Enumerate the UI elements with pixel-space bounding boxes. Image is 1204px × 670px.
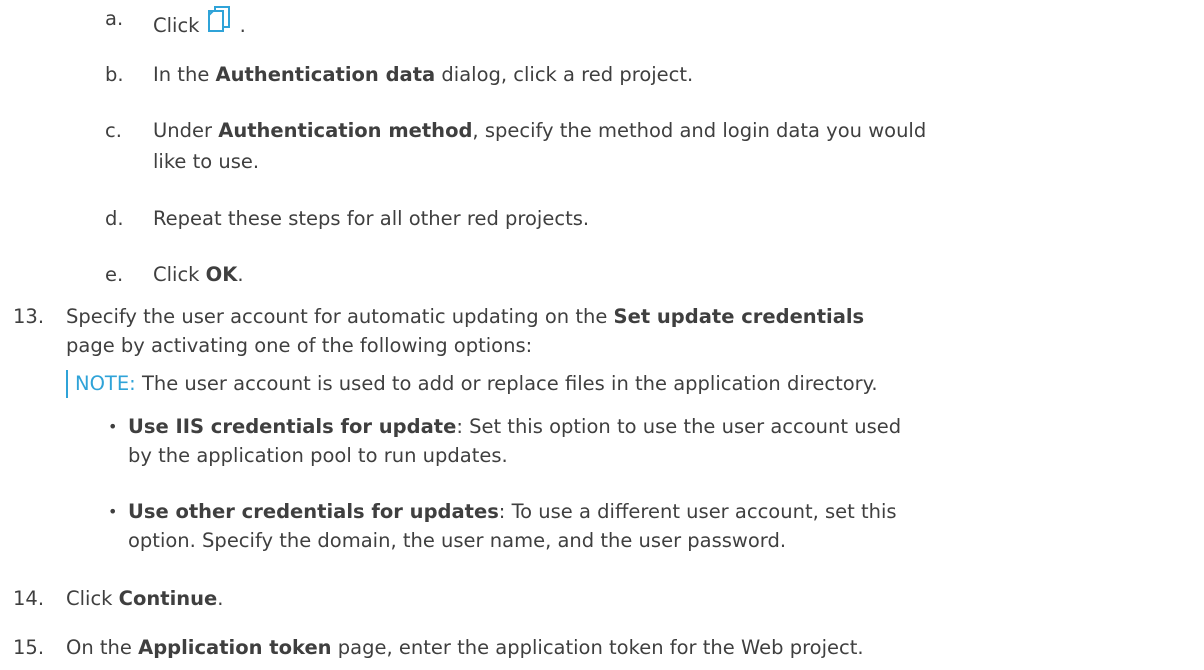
bullet-icon: • — [108, 502, 118, 521]
step-c-line2: like to use. — [153, 150, 260, 173]
step-c-pre: Under — [153, 119, 219, 142]
step-13-pre: Specify the user account for automatic u… — [66, 305, 614, 328]
step-14-pre: Click — [66, 587, 119, 610]
step-13: Specify the user account for automatic u… — [66, 303, 864, 331]
step-15-bold: Application token — [138, 636, 332, 659]
step-15-marker: 15. — [13, 636, 45, 659]
step-14-bold: Continue — [118, 587, 218, 610]
step-15-pre: On the — [66, 636, 139, 659]
note-label: NOTE: — [75, 372, 136, 395]
step-15-post: page, enter the application token for th… — [331, 636, 864, 659]
step-e-marker: e. — [105, 263, 124, 286]
step-e-bold: OK — [205, 263, 238, 286]
bullet-2: Use other credentials for updates: To us… — [128, 498, 897, 526]
note-text: The user account is used to add or repla… — [135, 372, 878, 395]
bullet-2-bold: Use other credentials for updates — [128, 500, 499, 523]
bullet-1-post: : Set this option to use the user accoun… — [456, 415, 902, 438]
step-c: Under Authentication method, specify the… — [153, 117, 926, 145]
step-b: In the Authentication data dialog, click… — [153, 61, 693, 89]
step-d: Repeat these steps for all other red pro… — [153, 207, 590, 230]
step-b-marker: b. — [105, 63, 124, 86]
step-a-after: . — [239, 14, 246, 37]
bullet-1-line2: by the application pool to run updates. — [128, 444, 508, 467]
step-13-bold: Set update credentials — [613, 305, 865, 328]
step-a: Click . — [153, 5, 246, 43]
bullet-1: Use IIS credentials for update: Set this… — [128, 413, 901, 441]
step-14-post: . — [217, 587, 224, 610]
bullet-icon: • — [108, 417, 118, 436]
step-c-post: , specify the method and login data you … — [472, 119, 927, 142]
copy-document-icon — [206, 5, 240, 43]
step-e-post: . — [237, 263, 244, 286]
step-c-marker: c. — [105, 119, 122, 142]
step-e-pre: Click — [153, 263, 206, 286]
step-13-marker: 13. — [13, 305, 45, 328]
step-14: Click Continue. — [66, 585, 223, 613]
bullet-2-line2: option. Specify the domain, the user nam… — [128, 529, 787, 552]
step-e: Click OK. — [153, 261, 244, 289]
step-b-post: dialog, click a red project. — [435, 63, 694, 86]
bullet-2-post: : To use a different user account, set t… — [498, 500, 897, 523]
step-d-marker: d. — [105, 207, 124, 230]
bullet-1-bold: Use IIS credentials for update — [128, 415, 457, 438]
note: NOTE: The user account is used to add or… — [75, 370, 878, 398]
step-15: On the Application token page, enter the… — [66, 634, 864, 662]
step-b-pre: In the — [153, 63, 216, 86]
step-a-text: Click — [153, 14, 206, 37]
step-14-marker: 14. — [13, 587, 45, 610]
note-bar — [66, 370, 68, 398]
step-a-marker: a. — [105, 7, 124, 30]
step-b-bold: Authentication data — [215, 63, 436, 86]
step-13-line2: page by activating one of the following … — [66, 334, 533, 357]
step-c-bold: Authentication method — [218, 119, 473, 142]
